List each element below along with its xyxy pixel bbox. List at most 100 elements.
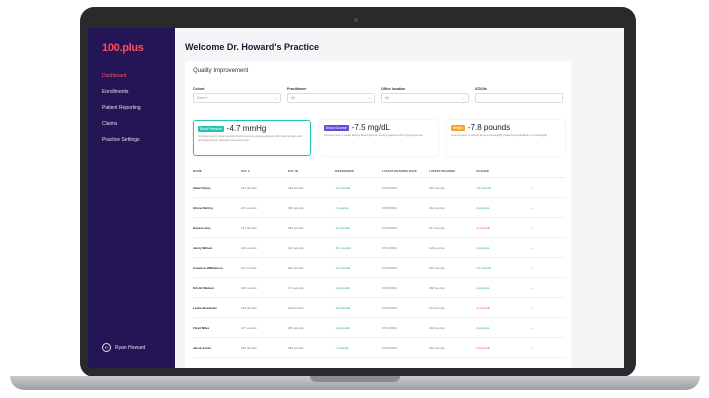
day0-cell: 149 pounds bbox=[241, 245, 257, 250]
patient-name: Leslie Alexander bbox=[193, 305, 217, 310]
metric-value: -7.5 mg/dL bbox=[351, 123, 390, 132]
quality-card: Quality Improvement Cohort Select ⌄ Pract… bbox=[185, 61, 571, 368]
more-options-icon[interactable]: ··· bbox=[523, 246, 533, 250]
table-row[interactable]: Leslie Alexander 149 pounds 118 pounds -20 … bbox=[193, 298, 565, 318]
chevron-down-icon: ⌄ bbox=[368, 96, 371, 100]
latest-date-cell: 07/05/2021 bbox=[382, 345, 398, 350]
sidebar-item-claims[interactable]: Claims bbox=[102, 116, 141, 132]
sidebar-item-patient-reporting[interactable]: Patient Reporting bbox=[102, 100, 141, 116]
more-options-icon[interactable]: ··· bbox=[523, 266, 533, 270]
office-location-filter: Office location All ⌄ bbox=[381, 87, 469, 103]
day0-cell: 195 pounds bbox=[241, 345, 257, 350]
table-row[interactable]: Arlene McCoy 181 pounds 180 pounds -1 pound… bbox=[193, 198, 565, 218]
more-options-icon[interactable]: ··· bbox=[523, 226, 533, 230]
day0-cell: 181 pounds bbox=[241, 205, 257, 210]
patients-table: NAME DAY 0 DAY 30 DIFFERENCE LATEST READ… bbox=[193, 165, 565, 358]
section-title: Quality Improvement bbox=[193, 68, 249, 74]
column-header[interactable]: NAME bbox=[193, 169, 241, 173]
day30-cell: 171 pounds bbox=[288, 285, 304, 290]
select-value: Select bbox=[197, 96, 207, 100]
difference-cell: -1 pounds bbox=[335, 205, 349, 210]
table-row[interactable]: Albert Perez 231 pounds 219 pounds -12 poun… bbox=[193, 178, 565, 198]
day0-cell: 227 pounds bbox=[241, 325, 257, 330]
change-cell: +4 pounds bbox=[476, 305, 491, 310]
user-name: Ryan Howard bbox=[115, 344, 146, 351]
table-header: NAME DAY 0 DAY 30 DIFFERENCE LATEST READ… bbox=[193, 165, 565, 178]
change-cell: +9 pounds bbox=[476, 345, 491, 350]
day0-cell: 231 pounds bbox=[241, 185, 257, 190]
avatar: R bbox=[102, 343, 111, 352]
sidebar-item-dashboard[interactable]: Dashboard bbox=[102, 68, 141, 84]
latest-date-cell: 07/13/2021 bbox=[382, 245, 398, 250]
metric-description: Improvement in mean fasting blood glucos… bbox=[324, 133, 423, 137]
patient-name: Kristin Watson bbox=[193, 285, 215, 290]
latest-date-cell: 07/13/2021 bbox=[382, 325, 398, 330]
day0-cell: 171 pounds bbox=[241, 225, 257, 230]
cohort-select[interactable]: Select ⌄ bbox=[193, 93, 281, 103]
metric-header: Blood Pressure -4.7 mmHg bbox=[198, 124, 306, 133]
patient-name: Cameron Williamson bbox=[193, 265, 223, 270]
table-row[interactable]: Cameron Williamson 211 pounds 204 pounds -1… bbox=[193, 258, 565, 278]
chevron-down-icon: ⌄ bbox=[462, 96, 465, 100]
table-row[interactable]: Jenny Wilson 149 pounds 142 pounds -8.1 pou… bbox=[193, 238, 565, 258]
difference-cell: -12 pounds bbox=[335, 185, 351, 190]
patient-name: Albert Perez bbox=[193, 185, 211, 190]
office-location-select[interactable]: All ⌄ bbox=[381, 93, 469, 103]
more-options-icon[interactable]: ··· bbox=[523, 346, 533, 350]
difference-cell: -11 pounds bbox=[335, 325, 350, 330]
latest-reading-cell: 167 pounds bbox=[429, 225, 445, 230]
column-header[interactable]: CHANGE bbox=[476, 169, 523, 173]
practitioner-filter: Practitioner All ⌄ bbox=[287, 87, 375, 103]
change-cell: -6 pounds bbox=[476, 325, 490, 330]
latest-reading-cell: 118 pounds bbox=[429, 245, 445, 250]
column-header[interactable]: LATEST READING bbox=[429, 169, 476, 173]
day30-cell: 204 pounds bbox=[288, 265, 304, 270]
sidebar: 100.plus Dashboard Enrollments Patient R… bbox=[88, 28, 175, 368]
main-content: Welcome Dr. Howard's Practice Quality Im… bbox=[175, 28, 624, 368]
change-cell: +1 pounds bbox=[476, 225, 491, 230]
more-options-icon[interactable]: ··· bbox=[523, 286, 533, 290]
column-header[interactable]: DAY 0 bbox=[241, 169, 288, 173]
metric-card-blood-pressure[interactable]: Blood Pressure -4.7 mmHg Improvement in … bbox=[193, 120, 311, 156]
metric-cards: Blood Pressure -4.7 mmHg Improvement in … bbox=[193, 120, 565, 156]
icd10-filter: ICD10s bbox=[475, 87, 563, 103]
more-options-icon[interactable]: ··· bbox=[523, 326, 533, 330]
metric-header: Weight -7.8 pounds bbox=[451, 123, 561, 132]
metric-card-blood-glucose[interactable]: Blood Glucose -7.5 mg/dL Improvement in … bbox=[320, 120, 438, 156]
day30-cell: 182 pounds bbox=[288, 225, 304, 230]
column-header[interactable]: DAY 30 bbox=[288, 169, 335, 173]
sidebar-item-practice-settings[interactable]: Practice Settings bbox=[102, 132, 141, 148]
metric-description: Improvement in mean systolic blood press… bbox=[198, 134, 303, 142]
table-row[interactable]: Jacob Jones 195 pounds 186 pounds -7 pounds… bbox=[193, 338, 565, 358]
patient-name: Arlene McCoy bbox=[193, 205, 214, 210]
user-profile[interactable]: R Ryan Howard bbox=[102, 343, 145, 352]
day30-cell: 186 pounds bbox=[288, 345, 304, 350]
sidebar-nav: Dashboard Enrollments Patient Reporting … bbox=[102, 68, 141, 148]
patient-name: Jenny Wilson bbox=[193, 245, 213, 250]
metric-value: -7.8 pounds bbox=[467, 123, 511, 132]
latest-reading-cell: 188 pounds bbox=[429, 285, 445, 290]
laptop-notch bbox=[310, 376, 400, 382]
metric-card-weight[interactable]: Weight -7.8 pounds Improvement in weight… bbox=[447, 120, 565, 156]
table-row[interactable]: Hansen Hon 171 pounds 182 pounds -11 pounds… bbox=[193, 218, 565, 238]
difference-cell: -12 pounds bbox=[335, 265, 351, 270]
column-header[interactable]: LATEST READING DATE bbox=[382, 169, 429, 173]
page-title: Welcome Dr. Howard's Practice bbox=[185, 42, 320, 52]
app-logo[interactable]: 100.plus bbox=[102, 42, 144, 54]
more-options-icon[interactable]: ··· bbox=[523, 206, 533, 210]
table-row[interactable]: Kristin Watson 195 pounds 171 pounds -11 po… bbox=[193, 278, 565, 298]
app-screen: 100.plus Dashboard Enrollments Patient R… bbox=[88, 28, 624, 368]
filters: Cohort Select ⌄ Practitioner All ⌄ Office … bbox=[193, 87, 565, 103]
table-row[interactable]: Floyd Miles 227 pounds 250 pounds -11 pound… bbox=[193, 318, 565, 338]
day30-cell: 219 pounds bbox=[288, 185, 304, 190]
more-options-icon[interactable]: ··· bbox=[523, 186, 533, 190]
icd10-input[interactable] bbox=[475, 93, 563, 103]
column-header[interactable]: DIFFERENCE bbox=[335, 169, 382, 173]
day0-cell: 149 pounds bbox=[241, 305, 257, 310]
metric-tag: Weight bbox=[451, 124, 465, 131]
sidebar-item-enrollments[interactable]: Enrollments bbox=[102, 84, 141, 100]
practitioner-select[interactable]: All ⌄ bbox=[287, 93, 375, 103]
latest-reading-cell: 162 pounds bbox=[429, 205, 445, 210]
cohort-filter: Cohort Select ⌄ bbox=[193, 87, 281, 103]
more-options-icon[interactable]: ··· bbox=[523, 306, 533, 310]
